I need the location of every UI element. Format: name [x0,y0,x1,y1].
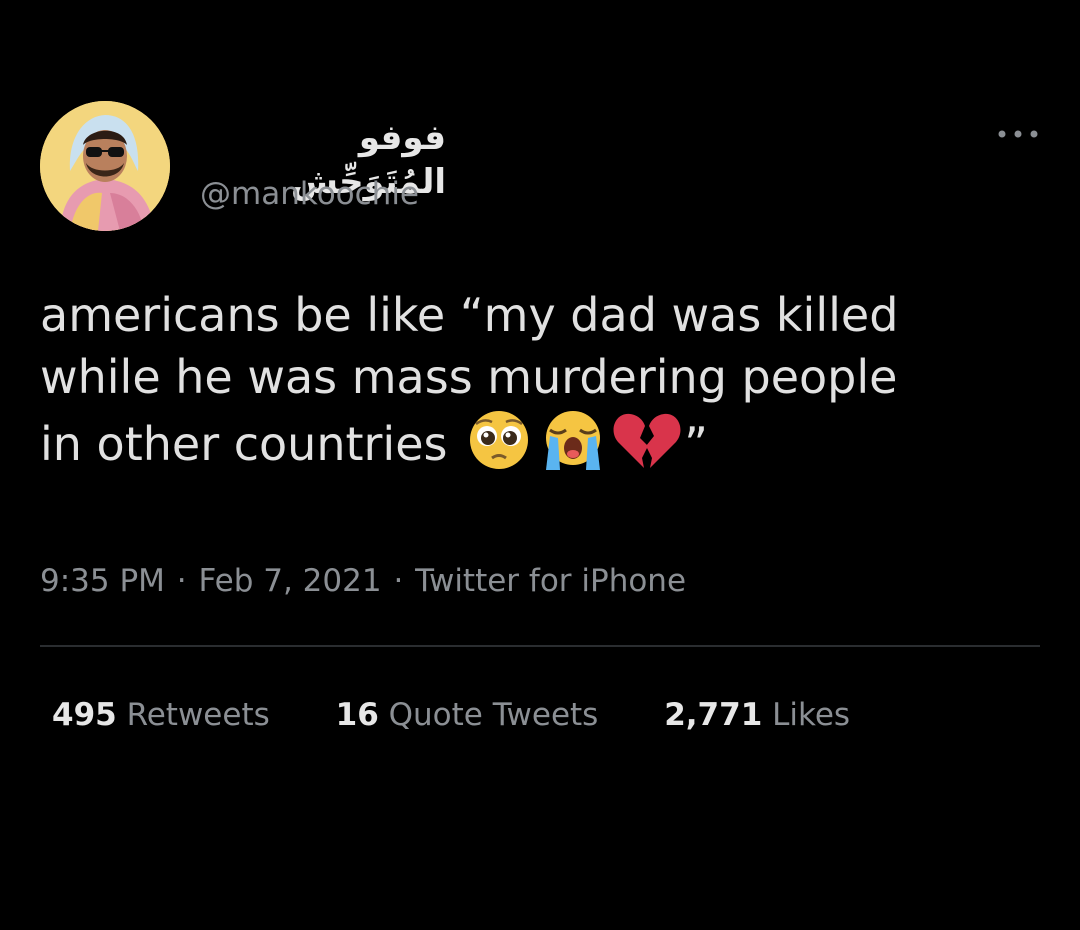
meta-separator: · [176,563,187,599]
closing-quote: ” [684,417,708,471]
quote-tweets-stat[interactable]: 16 Quote Tweets [336,694,599,736]
loudly-crying-face-emoji-icon [536,408,610,472]
likes-count: 2,771 [664,697,763,733]
retweets-label: Retweets [126,697,270,733]
more-dots-icon[interactable] [994,124,1042,144]
tweet-text-fragment: in other countries [40,417,448,471]
tweet-text-line-last: in other countries ” [40,408,1050,475]
divider [40,645,1040,647]
pleading-face-emoji-icon [462,408,536,472]
tweet-time[interactable]: 9:35 PM [40,563,165,599]
meta-separator: · [393,563,404,599]
likes-stat[interactable]: 2,771 Likes [664,694,850,736]
tweet-card: فوفو المُتَوَحِّش @mankoochie americans … [0,0,1080,930]
avatar[interactable] [40,101,170,231]
tweet-text: americans be like “my dad was killed whi… [40,284,1050,475]
user-avatar-photo-icon [40,101,170,231]
tweet-meta: 9:35 PM · Feb 7, 2021 · Twitter for iPho… [40,560,688,602]
quote-tweets-count: 16 [335,697,379,733]
broken-heart-emoji-icon [610,408,684,472]
retweets-count: 495 [52,697,117,733]
tweet-date[interactable]: Feb 7, 2021 [199,563,382,599]
tweet-text-line: americans be like “my dad was killed [40,288,899,342]
engagement-stats: 495 Retweets 16 Quote Tweets 2,771 Likes [52,694,906,736]
likes-label: Likes [772,697,851,733]
retweets-stat[interactable]: 495 Retweets [52,694,270,736]
user-handle[interactable]: @mankoochie [200,174,419,214]
tweet-source[interactable]: Twitter for iPhone [415,563,686,599]
quote-tweets-label: Quote Tweets [388,697,599,733]
tweet-text-line: while he was mass murdering people [40,350,898,404]
